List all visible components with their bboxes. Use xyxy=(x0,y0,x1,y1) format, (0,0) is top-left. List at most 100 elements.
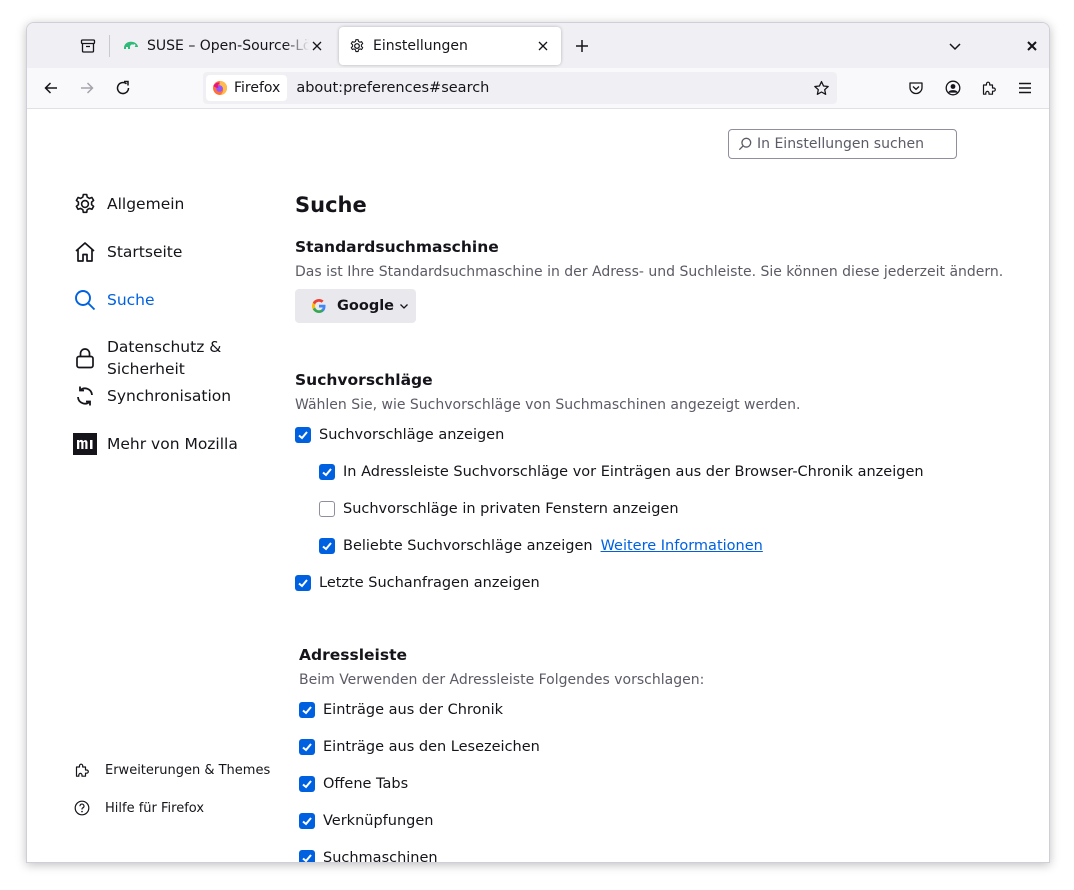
default-engine-dropdown[interactable]: Google xyxy=(295,289,416,323)
checkbox-checked[interactable] xyxy=(295,575,311,591)
checkbox-row[interactable]: Offene Tabs xyxy=(299,776,408,792)
section-description: Wählen Sie, wie Suchvorschläge von Suchm… xyxy=(295,397,801,413)
firefox-logo-icon xyxy=(213,81,227,95)
checkbox-checked[interactable] xyxy=(299,739,315,755)
sidebar-item-label: Mehr von Mozilla xyxy=(107,435,238,453)
close-tab-button[interactable] xyxy=(535,38,551,54)
section-heading-suggestions: Suchvorschläge xyxy=(295,371,433,389)
checkbox-checked[interactable] xyxy=(319,464,335,480)
checkbox-unchecked[interactable] xyxy=(319,501,335,517)
search-preferences-input[interactable]: In Einstellungen suchen xyxy=(728,129,957,159)
hamburger-menu-icon xyxy=(1019,82,1031,94)
sidebar-item-erweiterungen[interactable]: Erweiterungen & Themes xyxy=(73,761,270,779)
firefox-view-icon xyxy=(80,39,96,53)
sidebar-item-label: Synchronisation xyxy=(107,387,232,405)
close-tab-button[interactable] xyxy=(309,38,325,54)
identity-box[interactable]: Firefox xyxy=(206,75,288,101)
back-button[interactable] xyxy=(36,73,66,103)
list-all-tabs-button[interactable] xyxy=(940,31,970,61)
dropdown-label: Google xyxy=(337,298,395,314)
sidebar-item-datenschutz[interactable]: Datenschutz & Sicherheit xyxy=(73,336,227,380)
checkbox-row[interactable]: Suchvorschläge anzeigen xyxy=(295,427,504,443)
sidebar-item-label: Startseite xyxy=(107,243,183,261)
checkmark-icon xyxy=(302,817,312,826)
close-icon xyxy=(1027,41,1037,51)
search-icon xyxy=(738,137,752,151)
reload-button[interactable] xyxy=(108,73,138,103)
section-description: Beim Verwenden der Adressleiste Folgende… xyxy=(299,672,705,688)
checkbox-label: Einträge aus der Chronik xyxy=(323,702,504,718)
sidebar-item-mehr-von-mozilla[interactable]: Mehr von Mozilla xyxy=(73,432,238,456)
navigation-toolbar: Firefox about:preferences#search xyxy=(27,68,1049,109)
sidebar-item-startseite[interactable]: Startseite xyxy=(73,240,182,264)
checkbox-row[interactable]: Einträge aus der Chronik xyxy=(299,702,503,718)
tab-title: Einstellungen xyxy=(373,38,468,54)
puzzle-icon xyxy=(73,761,91,779)
checkmark-icon xyxy=(322,542,332,551)
checkmark-icon xyxy=(302,780,312,789)
checkbox-row[interactable]: Letzte Suchanfragen anzeigen xyxy=(295,575,540,591)
checkbox-row[interactable]: Suchvorschläge in privaten Fenstern anze… xyxy=(319,501,679,517)
preferences-content: In Einstellungen suchen Allgemein Starts… xyxy=(27,109,1049,862)
mozilla-icon xyxy=(73,432,97,456)
checkbox-label: Suchvorschläge in privaten Fenstern anze… xyxy=(343,501,679,517)
sidebar-bottom-label: Hilfe für Firefox xyxy=(105,800,205,816)
search-placeholder: In Einstellungen suchen xyxy=(757,136,925,152)
section-heading-addressbar: Adressleiste xyxy=(299,646,407,664)
checkmark-icon xyxy=(298,431,308,440)
search-icon xyxy=(73,288,97,312)
browser-window: SUSE – Open-Source-Lösungen Einstellunge… xyxy=(26,22,1050,863)
url-bar[interactable]: Firefox about:preferences#search xyxy=(203,72,837,104)
plus-icon xyxy=(576,40,588,52)
checkbox-checked[interactable] xyxy=(295,427,311,443)
more-info-link[interactable]: Weitere Informationen xyxy=(601,538,763,554)
new-tab-button[interactable] xyxy=(567,31,597,61)
account-button[interactable] xyxy=(938,73,968,103)
account-icon xyxy=(945,80,961,96)
sidebar-item-label: Datenschutz & Sicherheit xyxy=(107,338,222,378)
sidebar-item-hilfe[interactable]: Hilfe für Firefox xyxy=(73,799,204,817)
checkmark-icon xyxy=(302,854,312,862)
close-icon xyxy=(538,41,548,51)
sync-icon xyxy=(73,384,97,408)
checkbox-row[interactable]: In Adressleiste Suchvorschläge vor Eintr… xyxy=(319,464,924,480)
sidebar-item-suche[interactable]: Suche xyxy=(73,288,155,312)
extensions-button[interactable] xyxy=(974,73,1004,103)
checkbox-label: Einträge aus den Lesezeichen xyxy=(323,739,540,755)
checkbox-checked[interactable] xyxy=(299,813,315,829)
chevron-down-icon xyxy=(400,304,408,309)
url-text[interactable]: about:preferences#search xyxy=(296,80,489,96)
checkmark-icon xyxy=(298,579,308,588)
tab-suse[interactable]: SUSE – Open-Source-Lösungen xyxy=(113,27,335,65)
sidebar-item-allgemein[interactable]: Allgemein xyxy=(73,192,184,216)
app-menu-button[interactable] xyxy=(1010,73,1040,103)
checkbox-checked[interactable] xyxy=(299,702,315,718)
puzzle-icon xyxy=(982,81,996,95)
suse-chameleon-icon xyxy=(124,41,138,49)
sidebar-item-synchronisation[interactable]: Synchronisation xyxy=(73,384,231,408)
tab-strip: SUSE – Open-Source-Lösungen Einstellunge… xyxy=(27,23,1049,68)
checkbox-checked[interactable] xyxy=(319,538,335,554)
checkbox-row[interactable]: Einträge aus den Lesezeichen xyxy=(299,739,540,755)
section-heading-default-engine: Standardsuchmaschine xyxy=(295,238,499,256)
lock-icon xyxy=(73,346,97,370)
checkbox-label: In Adressleiste Suchvorschläge vor Eintr… xyxy=(343,464,924,480)
checkbox-label: Letzte Suchanfragen anzeigen xyxy=(319,575,540,591)
checkbox-checked[interactable] xyxy=(299,776,315,792)
window-close-button[interactable] xyxy=(1017,31,1047,61)
bookmark-star-button[interactable] xyxy=(811,78,831,98)
pocket-button[interactable] xyxy=(901,73,931,103)
checkbox-label: Verknüpfungen xyxy=(323,813,434,829)
firefox-view-button[interactable] xyxy=(73,31,103,61)
sidebar-item-label: Suche xyxy=(107,291,155,309)
checkbox-label: Suchmaschinen xyxy=(323,850,438,863)
checkbox-checked[interactable] xyxy=(299,850,315,862)
star-icon xyxy=(813,80,829,95)
tab-einstellungen[interactable]: Einstellungen xyxy=(339,27,561,65)
checkmark-icon xyxy=(322,468,332,477)
checkbox-row[interactable]: Suchmaschinen xyxy=(299,850,438,863)
sidebar-item-label: Allgemein xyxy=(107,195,185,213)
forward-button[interactable] xyxy=(72,73,102,103)
checkbox-row[interactable]: Beliebte Suchvorschläge anzeigen Weitere… xyxy=(319,538,763,554)
checkbox-row[interactable]: Verknüpfungen xyxy=(299,813,433,829)
